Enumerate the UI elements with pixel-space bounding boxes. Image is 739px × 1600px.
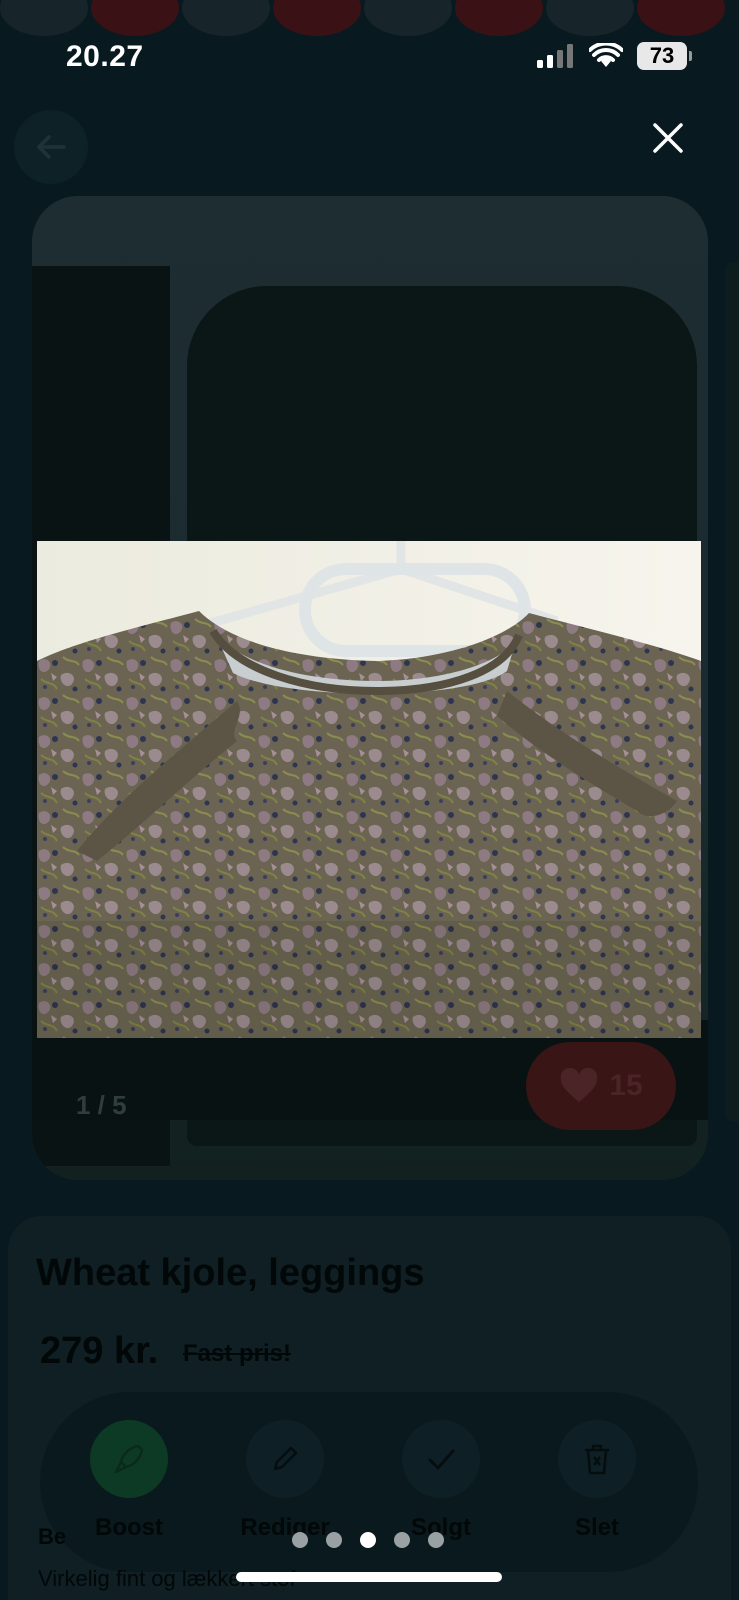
trash-icon (585, 1444, 609, 1475)
heart-icon (561, 1068, 598, 1102)
cellular-signal-icon (537, 44, 573, 68)
page-dot[interactable] (326, 1532, 342, 1548)
close-viewer-button[interactable] (640, 110, 696, 166)
photo-counter: 1 / 5 (76, 1090, 127, 1120)
battery-icon: 73 (637, 42, 692, 70)
delete-label: Slet (574, 1514, 619, 1541)
enlarged-listing-photo[interactable] (37, 541, 701, 1038)
like-count: 15 (609, 1069, 643, 1102)
wifi-icon (589, 43, 623, 67)
decorative-top-pattern (0, 0, 739, 36)
arrow-left-icon (37, 135, 66, 159)
page-dot[interactable] (292, 1532, 308, 1548)
home-indicator[interactable] (236, 1572, 502, 1582)
edit-button[interactable]: Rediger (210, 1420, 360, 1542)
check-icon (428, 1449, 455, 1470)
status-time: 20.27 (66, 40, 144, 73)
photo-viewer-screen: 20.27 73 1 / 5 15 Wheat kjole, leggings … (0, 0, 739, 1600)
next-photo-peek (725, 262, 739, 1122)
like-button[interactable]: 15 (526, 1042, 676, 1130)
status-indicators: 73 (537, 42, 692, 70)
listing-price: 279 kr. (40, 1330, 159, 1372)
battery-level: 73 (649, 43, 675, 68)
close-icon (653, 123, 683, 153)
photo-pagination[interactable] (292, 1532, 444, 1548)
back-button[interactable] (14, 110, 88, 184)
description-heading: Be (38, 1524, 67, 1549)
price-note: Fast pris! (183, 1340, 292, 1367)
page-dot[interactable] (394, 1532, 410, 1548)
dress-photo (37, 541, 701, 1038)
page-dot-active[interactable] (360, 1532, 376, 1548)
delete-button[interactable]: Slet (522, 1420, 672, 1542)
sold-button[interactable]: Solgt (366, 1420, 516, 1542)
boost-label: Boost (95, 1514, 163, 1541)
listing-title: Wheat kjole, leggings (36, 1252, 425, 1294)
page-dot[interactable] (428, 1532, 444, 1548)
rocket-icon (114, 1444, 144, 1474)
pencil-icon (273, 1446, 298, 1471)
boost-button[interactable]: Boost (54, 1420, 204, 1542)
